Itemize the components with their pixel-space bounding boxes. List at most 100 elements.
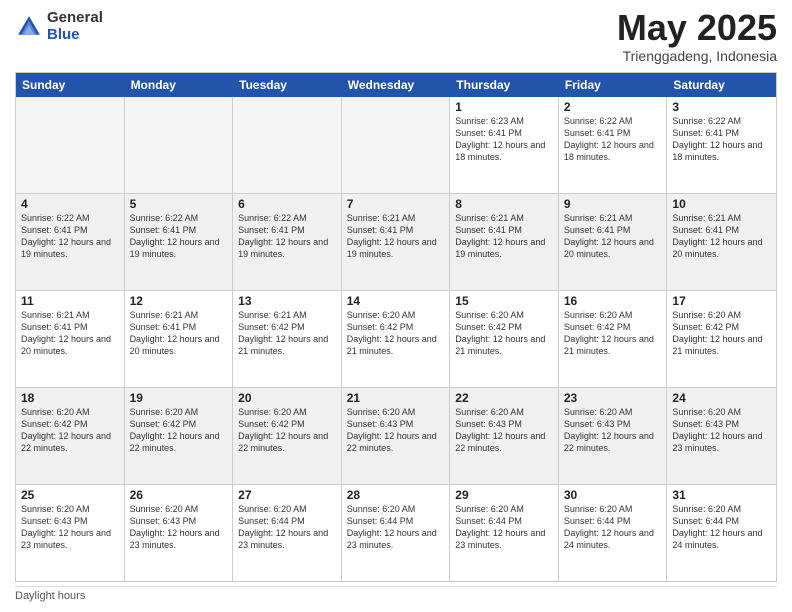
day-info: Sunrise: 6:20 AM Sunset: 6:42 PM Dayligh…	[564, 309, 662, 358]
day-number: 11	[21, 294, 119, 308]
day-info: Sunrise: 6:21 AM Sunset: 6:41 PM Dayligh…	[455, 212, 553, 261]
day-info: Sunrise: 6:23 AM Sunset: 6:41 PM Dayligh…	[455, 115, 553, 164]
day-info: Sunrise: 6:21 AM Sunset: 6:41 PM Dayligh…	[21, 309, 119, 358]
day-info: Sunrise: 6:21 AM Sunset: 6:41 PM Dayligh…	[672, 212, 771, 261]
day-info: Sunrise: 6:20 AM Sunset: 6:44 PM Dayligh…	[564, 503, 662, 552]
day-info: Sunrise: 6:20 AM Sunset: 6:43 PM Dayligh…	[21, 503, 119, 552]
day-number: 17	[672, 294, 771, 308]
header-day-tuesday: Tuesday	[233, 73, 342, 97]
day-cell-30: 30Sunrise: 6:20 AM Sunset: 6:44 PM Dayli…	[559, 485, 668, 581]
day-cell-20: 20Sunrise: 6:20 AM Sunset: 6:42 PM Dayli…	[233, 388, 342, 484]
day-cell-26: 26Sunrise: 6:20 AM Sunset: 6:43 PM Dayli…	[125, 485, 234, 581]
day-cell-16: 16Sunrise: 6:20 AM Sunset: 6:42 PM Dayli…	[559, 291, 668, 387]
empty-cell	[16, 97, 125, 193]
day-cell-22: 22Sunrise: 6:20 AM Sunset: 6:43 PM Dayli…	[450, 388, 559, 484]
day-number: 30	[564, 488, 662, 502]
header-day-friday: Friday	[559, 73, 668, 97]
day-number: 19	[130, 391, 228, 405]
day-info: Sunrise: 6:22 AM Sunset: 6:41 PM Dayligh…	[238, 212, 336, 261]
day-number: 3	[672, 100, 771, 114]
header-day-sunday: Sunday	[16, 73, 125, 97]
day-cell-28: 28Sunrise: 6:20 AM Sunset: 6:44 PM Dayli…	[342, 485, 451, 581]
day-cell-17: 17Sunrise: 6:20 AM Sunset: 6:42 PM Dayli…	[667, 291, 776, 387]
day-number: 23	[564, 391, 662, 405]
day-number: 10	[672, 197, 771, 211]
day-info: Sunrise: 6:21 AM Sunset: 6:41 PM Dayligh…	[347, 212, 445, 261]
day-info: Sunrise: 6:20 AM Sunset: 6:42 PM Dayligh…	[455, 309, 553, 358]
day-cell-10: 10Sunrise: 6:21 AM Sunset: 6:41 PM Dayli…	[667, 194, 776, 290]
empty-cell	[342, 97, 451, 193]
day-info: Sunrise: 6:20 AM Sunset: 6:43 PM Dayligh…	[564, 406, 662, 455]
day-number: 21	[347, 391, 445, 405]
day-cell-23: 23Sunrise: 6:20 AM Sunset: 6:43 PM Dayli…	[559, 388, 668, 484]
day-number: 7	[347, 197, 445, 211]
day-number: 6	[238, 197, 336, 211]
day-cell-12: 12Sunrise: 6:21 AM Sunset: 6:41 PM Dayli…	[125, 291, 234, 387]
day-number: 22	[455, 391, 553, 405]
day-info: Sunrise: 6:22 AM Sunset: 6:41 PM Dayligh…	[130, 212, 228, 261]
day-number: 24	[672, 391, 771, 405]
logo-blue-label: Blue	[47, 27, 103, 44]
day-cell-15: 15Sunrise: 6:20 AM Sunset: 6:42 PM Dayli…	[450, 291, 559, 387]
day-number: 28	[347, 488, 445, 502]
day-info: Sunrise: 6:22 AM Sunset: 6:41 PM Dayligh…	[564, 115, 662, 164]
day-info: Sunrise: 6:22 AM Sunset: 6:41 PM Dayligh…	[21, 212, 119, 261]
day-cell-29: 29Sunrise: 6:20 AM Sunset: 6:44 PM Dayli…	[450, 485, 559, 581]
day-cell-14: 14Sunrise: 6:20 AM Sunset: 6:42 PM Dayli…	[342, 291, 451, 387]
day-cell-31: 31Sunrise: 6:20 AM Sunset: 6:44 PM Dayli…	[667, 485, 776, 581]
day-cell-5: 5Sunrise: 6:22 AM Sunset: 6:41 PM Daylig…	[125, 194, 234, 290]
location: Trienggadeng, Indonesia	[617, 48, 777, 64]
day-number: 8	[455, 197, 553, 211]
day-info: Sunrise: 6:20 AM Sunset: 6:42 PM Dayligh…	[347, 309, 445, 358]
header-day-wednesday: Wednesday	[342, 73, 451, 97]
day-info: Sunrise: 6:21 AM Sunset: 6:41 PM Dayligh…	[564, 212, 662, 261]
day-number: 15	[455, 294, 553, 308]
day-info: Sunrise: 6:20 AM Sunset: 6:43 PM Dayligh…	[672, 406, 771, 455]
day-number: 26	[130, 488, 228, 502]
day-info: Sunrise: 6:20 AM Sunset: 6:44 PM Dayligh…	[455, 503, 553, 552]
empty-cell	[233, 97, 342, 193]
day-info: Sunrise: 6:20 AM Sunset: 6:43 PM Dayligh…	[455, 406, 553, 455]
logo-text: General Blue	[47, 10, 103, 43]
day-info: Sunrise: 6:20 AM Sunset: 6:44 PM Dayligh…	[238, 503, 336, 552]
day-cell-24: 24Sunrise: 6:20 AM Sunset: 6:43 PM Dayli…	[667, 388, 776, 484]
day-number: 25	[21, 488, 119, 502]
day-cell-2: 2Sunrise: 6:22 AM Sunset: 6:41 PM Daylig…	[559, 97, 668, 193]
logo: General Blue	[15, 10, 103, 43]
day-cell-1: 1Sunrise: 6:23 AM Sunset: 6:41 PM Daylig…	[450, 97, 559, 193]
day-cell-13: 13Sunrise: 6:21 AM Sunset: 6:42 PM Dayli…	[233, 291, 342, 387]
day-number: 4	[21, 197, 119, 211]
day-number: 20	[238, 391, 336, 405]
day-cell-8: 8Sunrise: 6:21 AM Sunset: 6:41 PM Daylig…	[450, 194, 559, 290]
day-number: 29	[455, 488, 553, 502]
logo-general-label: General	[47, 10, 103, 27]
day-cell-19: 19Sunrise: 6:20 AM Sunset: 6:42 PM Dayli…	[125, 388, 234, 484]
day-cell-9: 9Sunrise: 6:21 AM Sunset: 6:41 PM Daylig…	[559, 194, 668, 290]
header: General Blue May 2025 Trienggadeng, Indo…	[15, 10, 777, 64]
day-cell-4: 4Sunrise: 6:22 AM Sunset: 6:41 PM Daylig…	[16, 194, 125, 290]
day-number: 12	[130, 294, 228, 308]
day-info: Sunrise: 6:20 AM Sunset: 6:42 PM Dayligh…	[130, 406, 228, 455]
day-info: Sunrise: 6:20 AM Sunset: 6:42 PM Dayligh…	[21, 406, 119, 455]
calendar-row-2: 11Sunrise: 6:21 AM Sunset: 6:41 PM Dayli…	[16, 291, 776, 388]
day-number: 18	[21, 391, 119, 405]
day-number: 9	[564, 197, 662, 211]
day-info: Sunrise: 6:20 AM Sunset: 6:42 PM Dayligh…	[238, 406, 336, 455]
title-section: May 2025 Trienggadeng, Indonesia	[617, 10, 777, 64]
day-info: Sunrise: 6:20 AM Sunset: 6:42 PM Dayligh…	[672, 309, 771, 358]
day-number: 1	[455, 100, 553, 114]
day-info: Sunrise: 6:20 AM Sunset: 6:43 PM Dayligh…	[347, 406, 445, 455]
day-number: 5	[130, 197, 228, 211]
logo-icon	[15, 13, 43, 41]
calendar-row-0: 1Sunrise: 6:23 AM Sunset: 6:41 PM Daylig…	[16, 97, 776, 194]
day-cell-3: 3Sunrise: 6:22 AM Sunset: 6:41 PM Daylig…	[667, 97, 776, 193]
header-day-saturday: Saturday	[667, 73, 776, 97]
day-cell-18: 18Sunrise: 6:20 AM Sunset: 6:42 PM Dayli…	[16, 388, 125, 484]
day-cell-25: 25Sunrise: 6:20 AM Sunset: 6:43 PM Dayli…	[16, 485, 125, 581]
day-cell-27: 27Sunrise: 6:20 AM Sunset: 6:44 PM Dayli…	[233, 485, 342, 581]
day-number: 13	[238, 294, 336, 308]
day-number: 2	[564, 100, 662, 114]
page: General Blue May 2025 Trienggadeng, Indo…	[0, 0, 792, 612]
calendar: SundayMondayTuesdayWednesdayThursdayFrid…	[15, 72, 777, 582]
calendar-header: SundayMondayTuesdayWednesdayThursdayFrid…	[16, 73, 776, 97]
